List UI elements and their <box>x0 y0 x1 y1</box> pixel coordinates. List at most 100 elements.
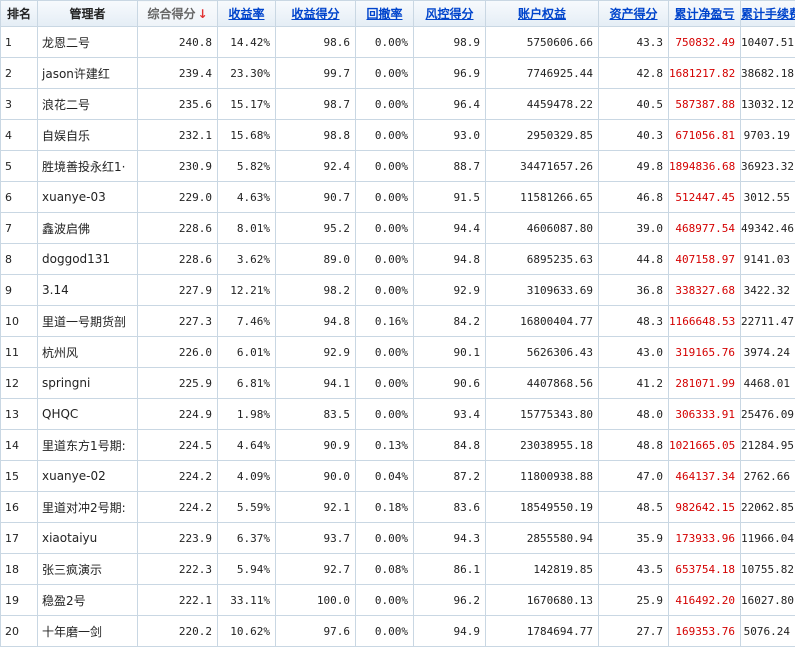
cell-manager: 里道对冲2号期: <box>38 492 138 523</box>
table-row: 4自娱自乐232.115.68%98.80.00%93.02950329.854… <box>1 120 795 151</box>
cell-fees: 2762.66 <box>741 461 795 492</box>
cell-composite-score: 230.9 <box>138 151 218 182</box>
cell-return-rate: 5.82% <box>218 151 276 182</box>
cell-drawdown: 0.00% <box>356 275 414 306</box>
cell-return-score: 98.2 <box>276 275 356 306</box>
cell-net-pnl: 587387.88 <box>669 89 741 120</box>
cell-drawdown: 0.00% <box>356 27 414 58</box>
table-row: 12springni225.96.81%94.10.00%90.64407868… <box>1 368 795 399</box>
cell-asset-score: 40.3 <box>599 120 669 151</box>
cell-return-score: 90.0 <box>276 461 356 492</box>
cell-rank: 5 <box>1 151 38 182</box>
cell-equity: 4606087.80 <box>486 213 599 244</box>
cell-asset-score: 36.8 <box>599 275 669 306</box>
cell-return-score: 99.7 <box>276 58 356 89</box>
cell-drawdown: 0.00% <box>356 89 414 120</box>
cell-composite-score: 240.8 <box>138 27 218 58</box>
cell-rank: 19 <box>1 585 38 616</box>
table-row: 17xiaotaiyu223.96.37%93.70.00%94.3285558… <box>1 523 795 554</box>
cell-composite-score: 228.6 <box>138 244 218 275</box>
table-row: 6xuanye-03229.04.63%90.70.00%91.51158126… <box>1 182 795 213</box>
cell-net-pnl: 653754.18 <box>669 554 741 585</box>
header-net-pnl[interactable]: 累计净盈亏 <box>669 1 741 27</box>
cell-equity: 5626306.43 <box>486 337 599 368</box>
cell-risk-score: 94.9 <box>414 616 486 647</box>
cell-drawdown: 0.18% <box>356 492 414 523</box>
cell-manager: 自娱自乐 <box>38 120 138 151</box>
cell-net-pnl: 982642.15 <box>669 492 741 523</box>
cell-equity: 2855580.94 <box>486 523 599 554</box>
header-row: 排名 管理者 综合得分↓ 收益率 收益得分 回撤率 风控得分 账户权益 资产得分… <box>1 1 795 27</box>
cell-asset-score: 27.7 <box>599 616 669 647</box>
header-composite-score[interactable]: 综合得分↓ <box>138 1 218 27</box>
cell-net-pnl: 407158.97 <box>669 244 741 275</box>
cell-return-score: 94.8 <box>276 306 356 337</box>
cell-fees: 3422.32 <box>741 275 795 306</box>
header-drawdown[interactable]: 回撤率 <box>356 1 414 27</box>
header-return-score[interactable]: 收益得分 <box>276 1 356 27</box>
cell-return-score: 100.0 <box>276 585 356 616</box>
cell-risk-score: 98.9 <box>414 27 486 58</box>
cell-net-pnl: 512447.45 <box>669 182 741 213</box>
header-fees[interactable]: 累计手续费 <box>741 1 795 27</box>
cell-asset-score: 25.9 <box>599 585 669 616</box>
header-asset-score[interactable]: 资产得分 <box>599 1 669 27</box>
cell-return-rate: 5.59% <box>218 492 276 523</box>
cell-return-score: 92.1 <box>276 492 356 523</box>
cell-fees: 13032.12 <box>741 89 795 120</box>
table-row: 8doggod131228.63.62%89.00.00%94.86895235… <box>1 244 795 275</box>
cell-return-rate: 6.81% <box>218 368 276 399</box>
header-equity[interactable]: 账户权益 <box>486 1 599 27</box>
cell-return-rate: 4.63% <box>218 182 276 213</box>
cell-return-rate: 14.42% <box>218 27 276 58</box>
cell-net-pnl: 169353.76 <box>669 616 741 647</box>
cell-composite-score: 222.3 <box>138 554 218 585</box>
cell-drawdown: 0.00% <box>356 151 414 182</box>
cell-composite-score: 239.4 <box>138 58 218 89</box>
cell-return-score: 95.2 <box>276 213 356 244</box>
cell-return-rate: 5.94% <box>218 554 276 585</box>
cell-drawdown: 0.08% <box>356 554 414 585</box>
cell-fees: 10755.82 <box>741 554 795 585</box>
cell-manager: 稳盈2号 <box>38 585 138 616</box>
cell-fees: 11966.04 <box>741 523 795 554</box>
cell-manager: 里道一号期货剖 <box>38 306 138 337</box>
cell-rank: 1 <box>1 27 38 58</box>
cell-return-rate: 23.30% <box>218 58 276 89</box>
cell-drawdown: 0.00% <box>356 368 414 399</box>
cell-risk-score: 91.5 <box>414 182 486 213</box>
header-risk-score[interactable]: 风控得分 <box>414 1 486 27</box>
cell-asset-score: 39.0 <box>599 213 669 244</box>
cell-composite-score: 224.9 <box>138 399 218 430</box>
cell-composite-score: 224.2 <box>138 492 218 523</box>
cell-fees: 3974.24 <box>741 337 795 368</box>
cell-return-score: 92.7 <box>276 554 356 585</box>
cell-return-score: 98.7 <box>276 89 356 120</box>
cell-drawdown: 0.00% <box>356 182 414 213</box>
cell-manager: 里道东方1号期: <box>38 430 138 461</box>
cell-drawdown: 0.00% <box>356 585 414 616</box>
table-row: 7鑫波启佛228.68.01%95.20.00%94.44606087.8039… <box>1 213 795 244</box>
header-return-rate[interactable]: 收益率 <box>218 1 276 27</box>
cell-rank: 9 <box>1 275 38 306</box>
header-composite-label: 综合得分 <box>147 7 195 21</box>
cell-rank: 15 <box>1 461 38 492</box>
cell-manager: QHQC <box>38 399 138 430</box>
cell-risk-score: 96.9 <box>414 58 486 89</box>
cell-rank: 11 <box>1 337 38 368</box>
cell-equity: 11581266.65 <box>486 182 599 213</box>
table-row: 18张三疯演示222.35.94%92.70.08%86.1142819.854… <box>1 554 795 585</box>
cell-composite-score: 220.2 <box>138 616 218 647</box>
cell-manager: xuanye-02 <box>38 461 138 492</box>
cell-asset-score: 47.0 <box>599 461 669 492</box>
cell-manager: 3.14 <box>38 275 138 306</box>
table-row: 1龙恩二号240.814.42%98.60.00%98.95750606.664… <box>1 27 795 58</box>
cell-return-score: 92.9 <box>276 337 356 368</box>
cell-net-pnl: 468977.54 <box>669 213 741 244</box>
cell-equity: 4459478.22 <box>486 89 599 120</box>
cell-net-pnl: 1681217.82 <box>669 58 741 89</box>
cell-return-rate: 10.62% <box>218 616 276 647</box>
cell-manager: xuanye-03 <box>38 182 138 213</box>
cell-net-pnl: 1894836.68 <box>669 151 741 182</box>
cell-drawdown: 0.00% <box>356 244 414 275</box>
